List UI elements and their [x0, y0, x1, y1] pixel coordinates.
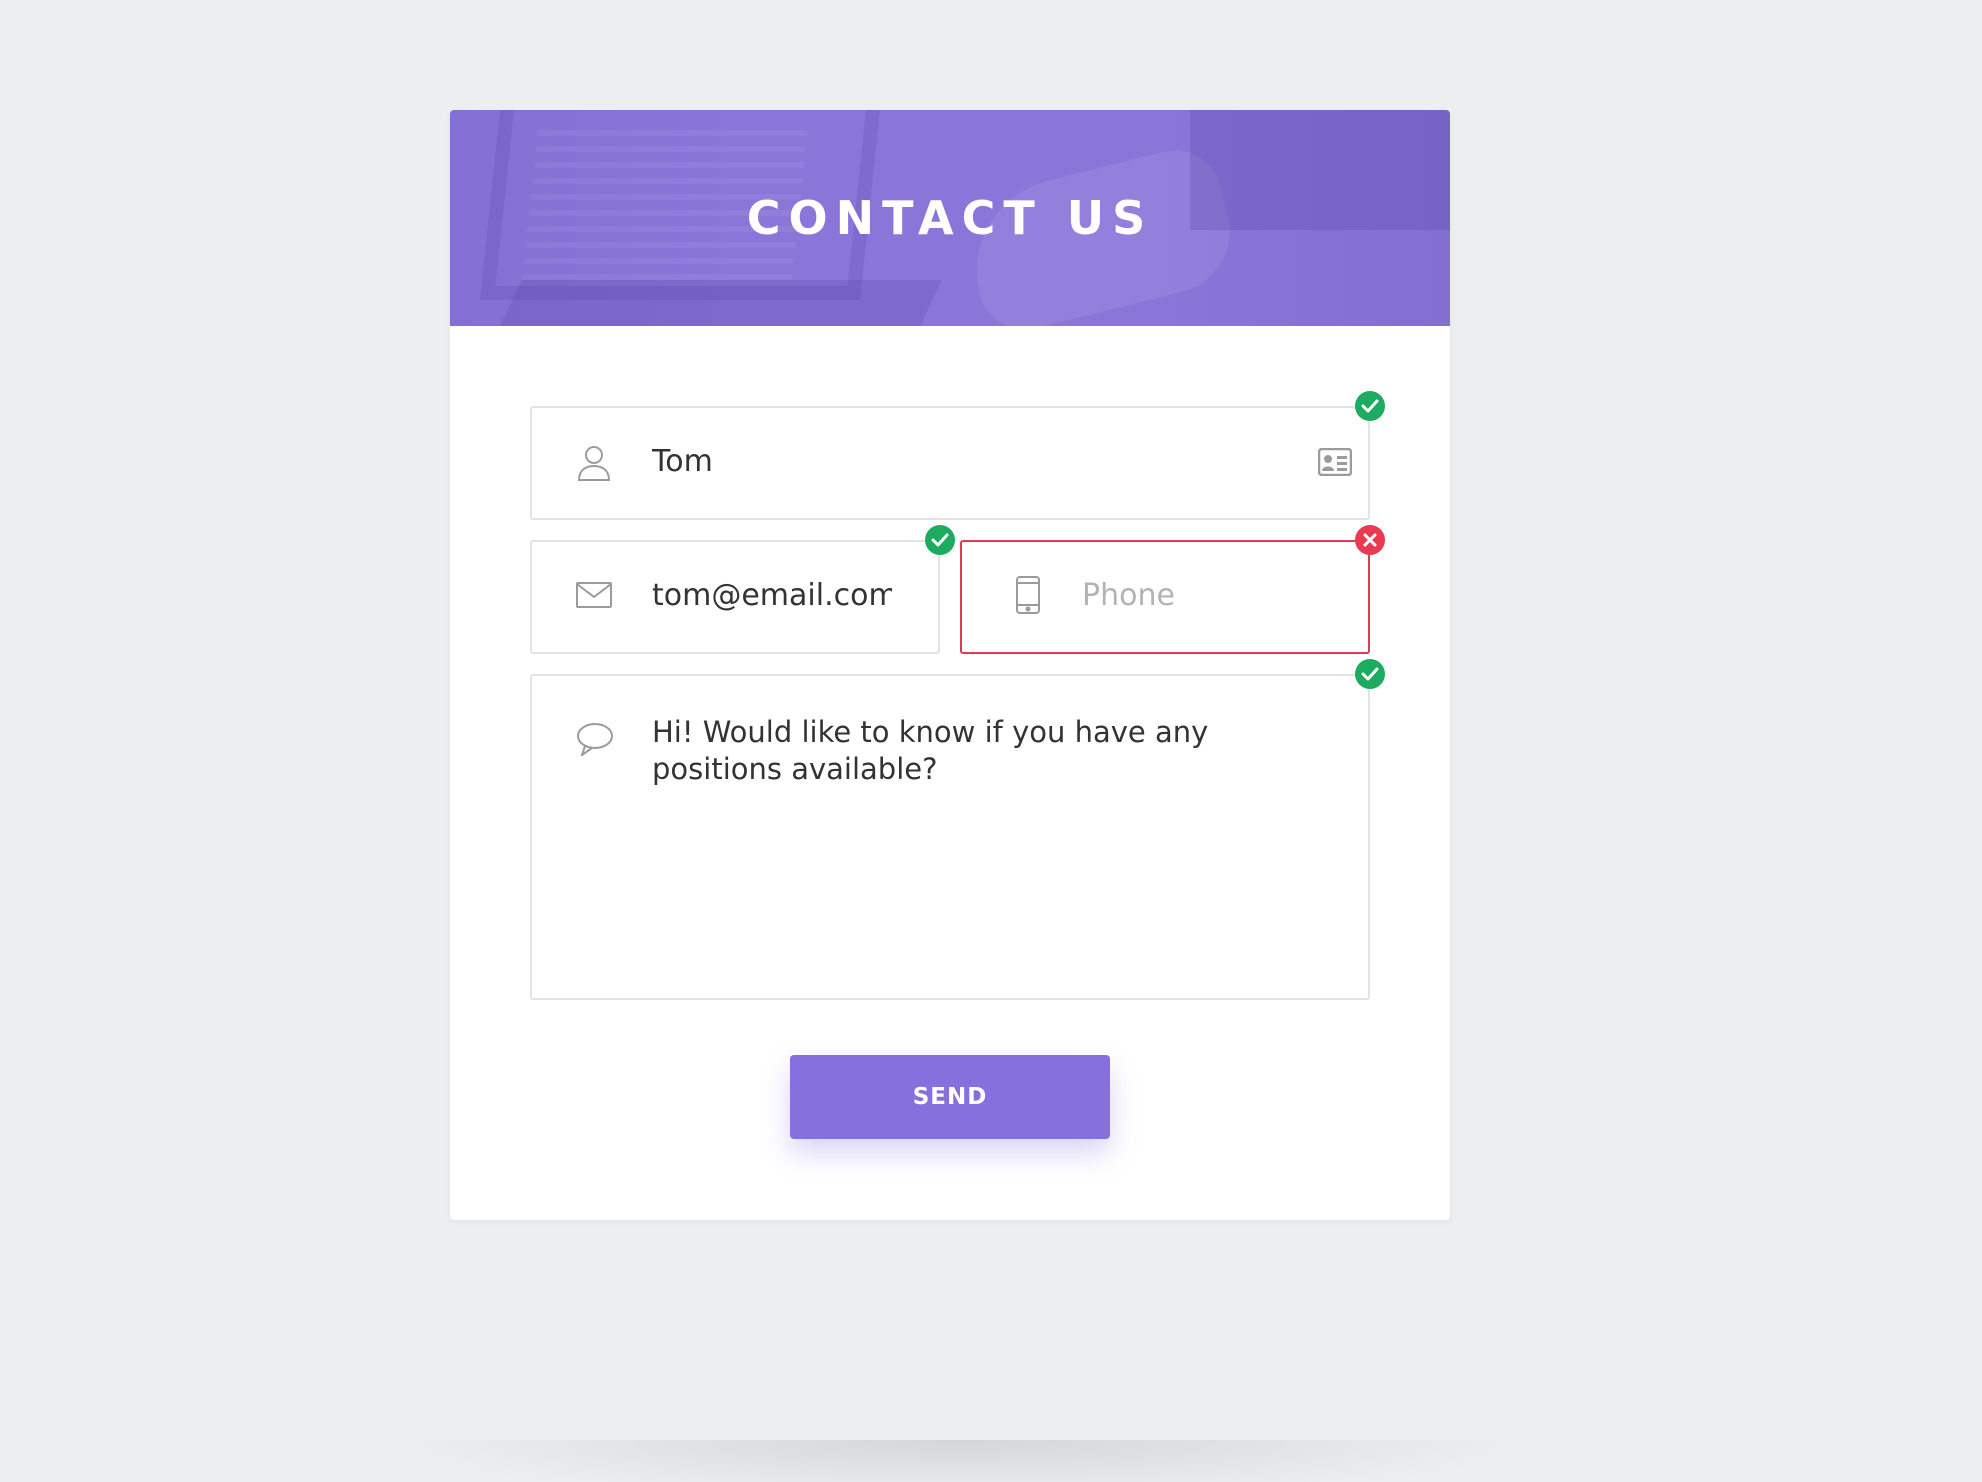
email-value: tom@email.com — [652, 578, 892, 613]
phone-field[interactable]: Phone — [960, 540, 1370, 654]
email-valid-check-icon — [925, 525, 955, 555]
send-button[interactable]: SEND — [790, 1055, 1110, 1139]
phone-invalid-x-icon — [1355, 525, 1385, 555]
user-icon — [576, 444, 612, 482]
card-header: CONTACT US — [450, 110, 1450, 326]
message-value: Hi! Would like to know if you have any p… — [652, 715, 1209, 786]
name-field[interactable]: Tom — [530, 406, 1370, 520]
message-textarea[interactable]: Hi! Would like to know if you have any p… — [530, 674, 1370, 1000]
name-value: Tom — [652, 444, 713, 479]
background-shadow — [380, 1440, 1540, 1482]
email-field[interactable]: tom@email.com — [530, 540, 940, 654]
phone-placeholder: Phone — [1082, 578, 1175, 613]
speech-bubble-icon — [576, 722, 614, 756]
page: CONTACT US Tom tom@email.com Phone Hi! W… — [0, 0, 1982, 1482]
mobile-phone-icon — [1016, 576, 1040, 614]
contact-card-icon[interactable] — [1318, 448, 1352, 476]
name-valid-check-icon — [1355, 391, 1385, 421]
contact-card: CONTACT US Tom tom@email.com Phone Hi! W… — [450, 110, 1450, 1220]
page-title: CONTACT US — [746, 191, 1154, 245]
message-valid-check-icon — [1355, 659, 1385, 689]
envelope-icon — [576, 582, 612, 608]
